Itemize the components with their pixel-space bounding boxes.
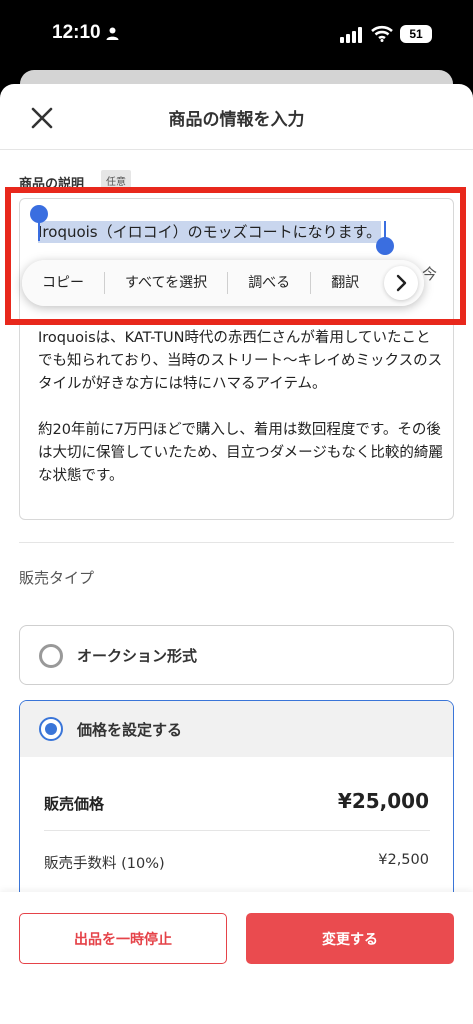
- auction-option[interactable]: オークション形式: [19, 625, 454, 685]
- pause-listing-button[interactable]: 出品を一時停止: [19, 913, 227, 964]
- fixed-price-option-label: 価格を設定する: [77, 721, 183, 739]
- nav-bar: 商品の情報を入力: [0, 84, 473, 150]
- signal-icon: [340, 27, 362, 43]
- page-title: 商品の情報を入力: [168, 110, 305, 130]
- price-label: 販売価格: [44, 795, 105, 813]
- section-divider: [19, 542, 454, 543]
- battery-icon: 51: [400, 25, 432, 43]
- fee-value: ¥2,500: [378, 852, 429, 868]
- description-paragraph: Iroquoisは、KAT-TUN時代の赤西仁さんが着用していたことでも知られて…: [38, 330, 443, 392]
- annotation-highlight-box: [5, 187, 466, 325]
- description-paragraph: 約20年前に7万円ほどで購入し、着用は数回程度です。その後は大切に保管していたた…: [38, 422, 443, 484]
- wifi-icon: [371, 25, 393, 42]
- radio-selected-icon[interactable]: [39, 717, 63, 741]
- person-icon: [106, 27, 119, 40]
- description-body: Iroquoisは、KAT-TUN時代の赤西仁さんが着用していたことでも知られて…: [38, 327, 443, 488]
- status-time: 12:10: [52, 22, 101, 43]
- fixed-price-option-header[interactable]: 価格を設定する: [20, 701, 453, 757]
- price-value[interactable]: ¥25,000: [338, 789, 429, 813]
- save-changes-button[interactable]: 変更する: [246, 913, 454, 964]
- sale-type-label: 販売タイプ: [19, 569, 95, 587]
- price-divider: [44, 830, 430, 831]
- bottom-action-bar: 出品を一時停止 変更する: [0, 892, 473, 1024]
- status-bar: 12:10 51: [0, 0, 473, 70]
- auction-option-label: オークション形式: [77, 647, 198, 665]
- fee-label: 販売手数料 (10%): [44, 856, 165, 872]
- radio-unselected-icon[interactable]: [39, 644, 63, 668]
